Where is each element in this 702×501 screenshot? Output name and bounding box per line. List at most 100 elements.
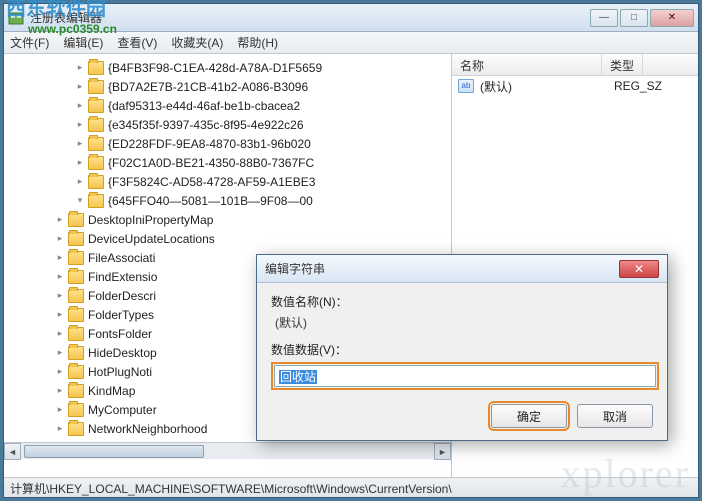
folder-icon — [68, 308, 84, 322]
close-button[interactable]: ✕ — [650, 9, 694, 27]
tree-label: KindMap — [88, 384, 135, 398]
tree-label: MyComputer — [88, 403, 157, 417]
watermark-url: www.pc0359.cn — [28, 22, 117, 36]
ok-button[interactable]: 确定 — [491, 404, 567, 428]
menu-view[interactable]: 查看(V) — [117, 34, 157, 51]
name-label: 数值名称(N)： — [271, 293, 653, 310]
folder-icon — [88, 80, 104, 94]
folder-icon — [68, 384, 84, 398]
col-name[interactable]: 名称 — [452, 54, 602, 75]
regedit-icon — [8, 10, 24, 26]
folder-icon — [68, 346, 84, 360]
folder-icon — [68, 422, 84, 436]
expand-icon[interactable]: ▸ — [54, 252, 66, 264]
expand-icon[interactable]: ▸ — [54, 309, 66, 321]
dialog-titlebar[interactable]: 编辑字符串 ✕ — [257, 255, 667, 283]
cancel-button[interactable]: 取消 — [577, 404, 653, 428]
folder-icon — [68, 232, 84, 246]
tree-label: HotPlugNoti — [88, 365, 152, 379]
tree-label: {BD7A2E7B-21CB-41b2-A086-B3096 — [108, 80, 308, 94]
tree-item[interactable]: ▸ {BD7A2E7B-21CB-41b2-A086-B3096 — [34, 77, 451, 96]
folder-icon — [68, 213, 84, 227]
tree-label: {ED228FDF-9EA8-4870-83b1-96b020 — [108, 137, 311, 151]
tree-label: FontsFolder — [88, 327, 152, 341]
tree-item[interactable]: ▸ {e345f35f-9397-435c-8f95-4e922c26 — [34, 115, 451, 134]
minimize-button[interactable]: — — [590, 9, 618, 27]
menu-help[interactable]: 帮助(H) — [237, 34, 278, 51]
expand-icon[interactable]: ▸ — [74, 157, 86, 169]
folder-icon — [68, 365, 84, 379]
tree-label: {645FFO40—5081—101B—9F08—00 — [108, 194, 313, 208]
menu-file[interactable]: 文件(F) — [10, 34, 49, 51]
value-name: (默认) — [480, 78, 614, 95]
dialog-close-button[interactable]: ✕ — [619, 260, 659, 278]
scroll-thumb[interactable] — [24, 445, 204, 458]
folder-icon — [88, 156, 104, 170]
expand-icon[interactable]: ▸ — [74, 138, 86, 150]
name-value: (默认) — [275, 314, 653, 331]
expand-icon[interactable]: ▸ — [54, 404, 66, 416]
expand-icon[interactable]: ▸ — [74, 176, 86, 188]
expand-icon[interactable]: ▸ — [54, 366, 66, 378]
folder-icon — [68, 251, 84, 265]
scroll-right-icon[interactable]: ► — [434, 443, 451, 460]
menu-edit[interactable]: 编辑(E) — [63, 34, 103, 51]
expand-icon[interactable]: ▾ — [74, 195, 86, 207]
data-label: 数值数据(V)： — [271, 341, 653, 358]
tree-label: {F02C1A0D-BE21-4350-88B0-7367FC — [108, 156, 314, 170]
folder-icon — [88, 194, 104, 208]
tree-label: FolderTypes — [88, 308, 154, 322]
menu-fav[interactable]: 收藏夹(A) — [171, 34, 223, 51]
tree-item[interactable]: ▸{B4FB3F98-C1EA-428d-A78A-D1F5659 — [34, 58, 451, 77]
dialog-title: 编辑字符串 — [265, 260, 619, 277]
folder-icon — [68, 327, 84, 341]
tree-label: {daf95313-e44d-46af-be1b-cbacea2 — [108, 99, 300, 113]
tree-item[interactable]: ▸{F3F5824C-AD58-4728-AF59-A1EBE3 — [34, 172, 451, 191]
folder-icon — [88, 118, 104, 132]
tree-label: NetworkNeighborhood — [88, 422, 207, 436]
expand-icon[interactable]: ▸ — [54, 233, 66, 245]
value-type: REG_SZ — [614, 79, 662, 93]
folder-icon — [88, 175, 104, 189]
tree-item[interactable]: ▸ DeviceUpdateLocations — [34, 229, 451, 248]
tree-hscroll[interactable]: ◄ ► — [4, 442, 451, 459]
expand-icon[interactable]: ▸ — [54, 328, 66, 340]
edit-string-dialog: 编辑字符串 ✕ 数值名称(N)： (默认) 数值数据(V)： 回收站 确定 取消 — [256, 254, 668, 441]
tree-item[interactable]: ▾ {645FFO40—5081—101B—9F08—00 — [34, 191, 451, 210]
expand-icon[interactable]: ▸ — [54, 423, 66, 435]
tree-item[interactable]: ▸ {daf95313-e44d-46af-be1b-cbacea2 — [34, 96, 451, 115]
col-type[interactable]: 类型 — [602, 54, 643, 75]
expand-icon[interactable]: ▸ — [74, 100, 86, 112]
list-header: 名称 类型 — [452, 54, 698, 76]
tree-label: {e345f35f-9397-435c-8f95-4e922c26 — [108, 118, 304, 132]
data-input-selection: 回收站 — [279, 370, 317, 384]
tree-item[interactable]: ▸ DesktopIniPropertyMap — [34, 210, 451, 229]
folder-icon — [68, 403, 84, 417]
statusbar: 计算机\HKEY_LOCAL_MACHINE\SOFTWARE\Microsof… — [4, 477, 698, 497]
tree-item[interactable]: ▸ {F02C1A0D-BE21-4350-88B0-7367FC — [34, 153, 451, 172]
tree-label: HideDesktop — [88, 346, 157, 360]
maximize-button[interactable]: □ — [620, 9, 648, 27]
tree-label: FolderDescri — [88, 289, 156, 303]
tree-label: DeviceUpdateLocations — [88, 232, 215, 246]
scroll-left-icon[interactable]: ◄ — [4, 443, 21, 460]
expand-icon[interactable]: ▸ — [54, 290, 66, 302]
expand-icon[interactable]: ▸ — [54, 385, 66, 397]
tree-label: FileAssociati — [88, 251, 155, 265]
list-row[interactable]: ab (默认) REG_SZ — [452, 76, 698, 96]
tree-label: DesktopIniPropertyMap — [88, 213, 213, 227]
folder-icon — [68, 270, 84, 284]
folder-icon — [68, 289, 84, 303]
folder-icon — [88, 61, 104, 75]
tree-item[interactable]: ▸ {ED228FDF-9EA8-4870-83b1-96b020 — [34, 134, 451, 153]
tree-label: FindExtensio — [88, 270, 157, 284]
expand-icon[interactable]: ▸ — [74, 119, 86, 131]
folder-icon — [88, 137, 104, 151]
status-path: 计算机\HKEY_LOCAL_MACHINE\SOFTWARE\Microsof… — [10, 482, 452, 496]
data-input[interactable]: 回收站 — [274, 365, 656, 387]
expand-icon[interactable]: ▸ — [54, 271, 66, 283]
expand-icon[interactable]: ▸ — [54, 214, 66, 226]
expand-icon[interactable]: ▸ — [74, 81, 86, 93]
expand-icon[interactable]: ▸ — [54, 347, 66, 359]
expand-icon[interactable]: ▸ — [74, 62, 86, 74]
